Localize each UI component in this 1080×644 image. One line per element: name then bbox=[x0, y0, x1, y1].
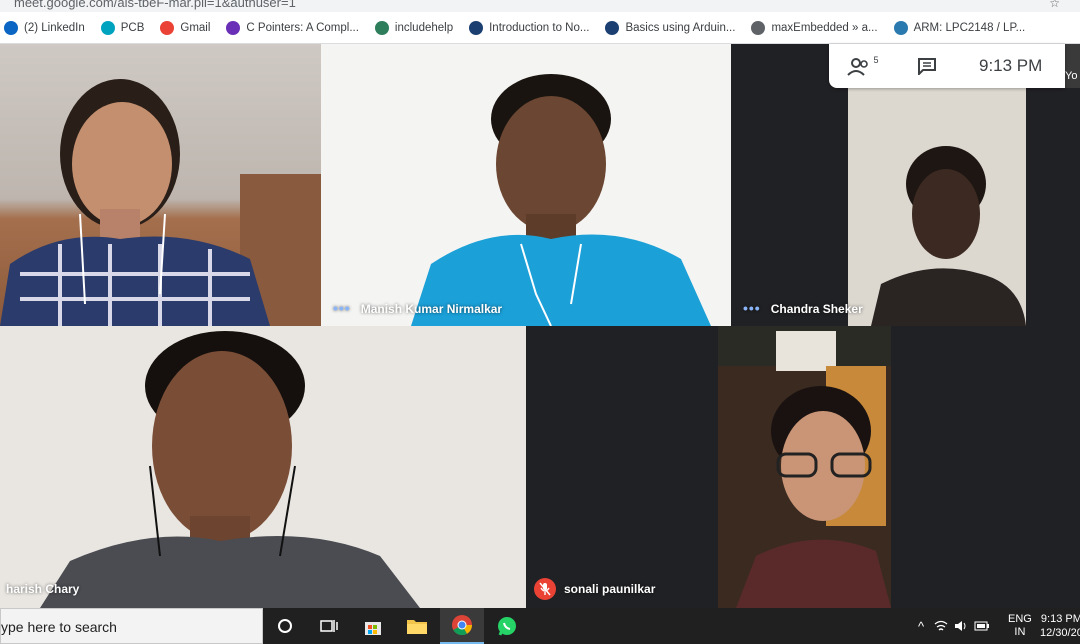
system-tray: ^ bbox=[918, 608, 1000, 644]
participant-name-label: ••• Manish Kumar Nirmalkar bbox=[333, 300, 503, 316]
battery-icon[interactable] bbox=[974, 620, 990, 632]
chat-button[interactable] bbox=[897, 44, 957, 88]
chevron-up-icon[interactable]: ^ bbox=[918, 619, 924, 634]
participant-name-label: sonali paunilkar bbox=[564, 582, 656, 596]
whatsapp-button[interactable] bbox=[485, 608, 529, 644]
bookmark-label: ARM: LPC2148 / LP... bbox=[913, 21, 1026, 34]
bookmark-item[interactable]: C Pointers: A Compl... bbox=[226, 20, 359, 35]
participant-count: 5 bbox=[873, 55, 879, 65]
people-icon bbox=[847, 58, 869, 76]
bookmark-item[interactable]: (2) LinkedIn bbox=[4, 20, 85, 35]
muted-indicator bbox=[534, 578, 556, 600]
cortana-icon bbox=[278, 619, 292, 633]
task-view-button[interactable] bbox=[307, 608, 351, 644]
bookmark-label: Basics using Arduin... bbox=[625, 21, 736, 34]
video-tile-manish[interactable]: ••• Manish Kumar Nirmalkar bbox=[321, 44, 731, 326]
bookmark-item[interactable]: includehelp bbox=[374, 20, 454, 35]
bookmark-item[interactable]: ARM: LPC2148 / LP... bbox=[893, 20, 1026, 35]
ew-icon bbox=[469, 20, 484, 35]
language-indicator[interactable]: ENG IN bbox=[1008, 608, 1032, 644]
participant-name-label: harish Chary bbox=[6, 582, 80, 596]
bookmark-star-icon[interactable]: ☆ bbox=[1049, 0, 1060, 10]
gmail-icon bbox=[160, 20, 175, 35]
meeting-clock: 9:13 PM bbox=[979, 56, 1043, 75]
url-text[interactable]: meet.google.com/ais-tbeF-mar.pli=1&authu… bbox=[14, 0, 296, 10]
folder-icon bbox=[407, 620, 427, 634]
participant-video bbox=[411, 74, 711, 326]
taskbar-clock[interactable]: 9:13 PM 12/30/20 bbox=[1040, 608, 1080, 644]
bookmark-item[interactable]: Introduction to No... bbox=[469, 20, 590, 35]
speaking-indicator-icon: ••• bbox=[333, 300, 351, 316]
chrome-button[interactable] bbox=[440, 608, 484, 644]
linkedin-icon bbox=[4, 20, 18, 35]
bookmark-item[interactable]: PCB bbox=[100, 20, 145, 35]
mic-off-icon bbox=[539, 582, 551, 596]
arm-icon bbox=[893, 20, 908, 35]
address-bar[interactable]: meet.google.com/ais-tbeF-mar.pli=1&authu… bbox=[0, 0, 1080, 12]
video-tile-harish[interactable]: harish Chary bbox=[0, 326, 526, 608]
bookmark-item[interactable]: Gmail bbox=[160, 20, 211, 35]
bookmarks-bar: (2) LinkedIn PCB Gmail C Pointers: A Compl.… bbox=[0, 12, 1080, 44]
taskbar-search-box[interactable]: ype here to search bbox=[0, 608, 263, 644]
store-button[interactable] bbox=[351, 608, 395, 644]
task-view-icon bbox=[320, 620, 338, 632]
includehelp-icon bbox=[374, 20, 389, 35]
bookmark-item[interactable]: maxEmbedded » a... bbox=[751, 20, 878, 35]
search-placeholder: ype here to search bbox=[1, 619, 117, 635]
meeting-info-bar: 5 9:13 PM bbox=[829, 44, 1065, 88]
cortana-button[interactable] bbox=[263, 608, 307, 644]
bookmark-label: PCB bbox=[120, 21, 145, 34]
video-tile-sonali[interactable]: sonali paunilkar bbox=[526, 326, 1080, 608]
bookmark-label: Introduction to No... bbox=[489, 21, 590, 34]
wifi-icon[interactable] bbox=[934, 619, 948, 633]
participant-video bbox=[0, 79, 321, 326]
windows-taskbar: ype here to search ^ ENG IN 9:13 PM 12/3… bbox=[0, 608, 1080, 644]
volume-icon[interactable] bbox=[954, 619, 968, 633]
bookmark-label: maxEmbedded » a... bbox=[771, 21, 878, 34]
video-tile-participant-1[interactable] bbox=[0, 44, 321, 326]
p-icon bbox=[226, 20, 241, 35]
speaking-indicator-icon: ••• bbox=[743, 300, 761, 316]
file-explorer-button[interactable] bbox=[395, 608, 439, 644]
whatsapp-icon bbox=[498, 617, 516, 636]
bookmark-label: (2) LinkedIn bbox=[24, 21, 85, 34]
chrome-icon bbox=[452, 615, 473, 636]
store-icon bbox=[365, 622, 381, 635]
participants-button[interactable]: 5 bbox=[829, 44, 897, 88]
participant-video bbox=[718, 326, 891, 608]
pcb-icon bbox=[100, 20, 115, 35]
bookmark-label: C Pointers: A Compl... bbox=[246, 21, 359, 34]
globe-icon bbox=[751, 20, 766, 35]
ew-icon bbox=[605, 20, 620, 35]
bookmark-label: includehelp bbox=[394, 21, 454, 34]
bookmark-item[interactable]: Basics using Arduin... bbox=[605, 20, 736, 35]
participant-video bbox=[40, 331, 420, 608]
bookmark-label: Gmail bbox=[180, 21, 211, 34]
participant-name-label: ••• Chandra Sheker bbox=[743, 300, 863, 316]
chat-icon bbox=[918, 58, 936, 75]
